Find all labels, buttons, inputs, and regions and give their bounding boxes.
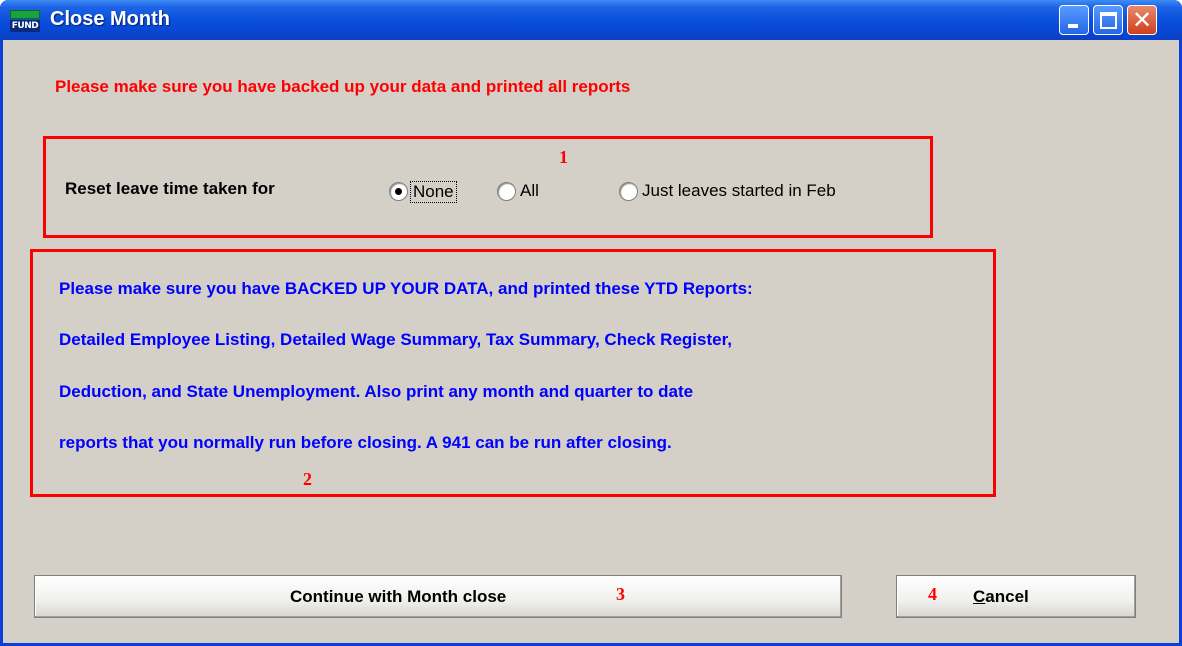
radio-unselected-icon [497,182,516,201]
radio-none-label: None [410,181,457,203]
continue-month-close-button[interactable]: Continue with Month close 3 [34,575,842,618]
maximize-icon [1100,12,1117,29]
dialog-body: Please make sure you have backed up your… [3,40,1179,643]
radio-all-label: All [520,181,539,200]
callout-3: 3 [616,584,625,604]
callout-4: 4 [928,584,937,604]
radio-unselected-icon [619,182,638,201]
minimize-button[interactable] [1059,5,1089,35]
backup-warning: Please make sure you have backed up your… [55,77,631,96]
title-bar[interactable]: FUND Close Month ✕ [0,0,1182,40]
notice-line: Please make sure you have BACKED UP YOUR… [59,279,753,298]
minimize-icon [1068,24,1078,28]
leave-reset-group: 1 Reset leave time taken for None All Ju… [43,136,933,238]
continue-button-label: Continue with Month close [290,587,507,606]
radio-feb-label: Just leaves started in Feb [642,181,836,200]
close-icon: ✕ [1131,6,1153,34]
notice-line: reports that you normally run before clo… [59,433,672,452]
backup-notice-group: Please make sure you have BACKED UP YOUR… [30,249,996,497]
reset-leave-label: Reset leave time taken for [65,179,275,198]
close-month-window: FUND Close Month ✕ Please make sure you … [0,0,1182,646]
notice-line: Detailed Employee Listing, Detailed Wage… [59,330,732,349]
cancel-button-label: Cancel [973,587,1029,606]
notice-line: Deduction, and State Unemployment. Also … [59,382,694,401]
maximize-button[interactable] [1093,5,1123,35]
callout-1: 1 [559,147,568,167]
fund-logo-icon: FUND [10,10,40,32]
window-title: Close Month [50,8,170,30]
radio-selected-icon [389,182,408,201]
close-button[interactable]: ✕ [1127,5,1157,35]
cancel-button[interactable]: 4 Cancel [896,575,1136,618]
callout-2: 2 [303,469,312,489]
